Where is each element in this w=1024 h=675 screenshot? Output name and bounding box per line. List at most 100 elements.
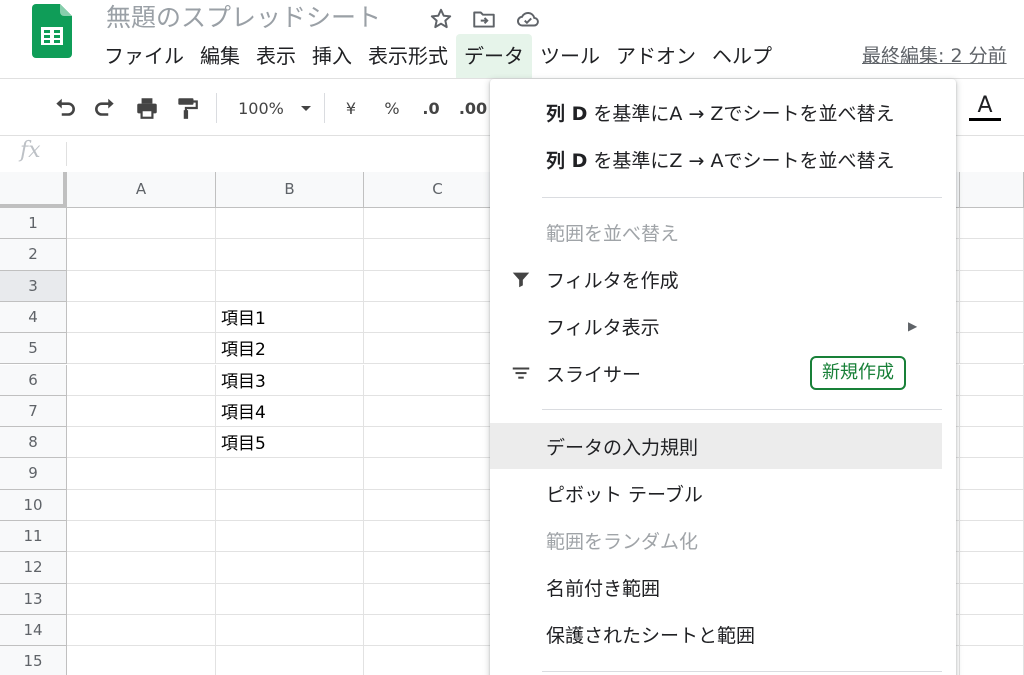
create-filter[interactable]: フィルタを作成 [490, 256, 942, 302]
cell-a9[interactable] [67, 458, 216, 490]
percent-format-button[interactable]: % [381, 95, 403, 121]
cell-g2[interactable] [960, 239, 1024, 271]
cell-a6[interactable] [67, 364, 216, 396]
row-header-15[interactable]: 15 [0, 646, 67, 675]
cell-b1[interactable] [216, 208, 364, 240]
row-header-6[interactable]: 6 [0, 364, 67, 396]
menu-file[interactable]: ファイル [96, 34, 192, 78]
zoom-select[interactable]: 100% [236, 95, 286, 121]
cell-b13[interactable] [216, 583, 364, 615]
cell-a7[interactable] [67, 395, 216, 428]
star-icon[interactable] [428, 6, 454, 32]
menu-tools[interactable]: ツール [532, 34, 608, 78]
cell-b4[interactable]: 項目1 [216, 301, 364, 334]
cell-g1[interactable] [960, 208, 1024, 240]
cell-g4[interactable] [960, 301, 1024, 334]
cell-g15[interactable] [960, 646, 1024, 675]
decrease-decimal-button[interactable]: .0 [420, 95, 442, 121]
sort-sheet-a-to-z[interactable]: 列 D を基準にA → Zでシートを並べ替え [490, 89, 942, 135]
row-header-1[interactable]: 1 [0, 208, 67, 240]
cell-b3[interactable] [216, 270, 364, 302]
menu-addons[interactable]: アドオン [608, 34, 704, 78]
cell-g11[interactable] [960, 521, 1024, 553]
cell-g6[interactable] [960, 364, 1024, 396]
cell-a12[interactable] [67, 552, 216, 584]
sheets-logo[interactable] [32, 4, 72, 58]
row-header-10[interactable]: 10 [0, 489, 67, 521]
cell-g14[interactable] [960, 614, 1024, 647]
cell-b15[interactable] [216, 646, 364, 675]
last-edit-link[interactable]: 最終編集: 2 分前 [862, 41, 1007, 68]
row-header-7[interactable]: 7 [0, 395, 67, 428]
menu-view[interactable]: 表示 [248, 34, 304, 78]
cell-b11[interactable] [216, 521, 364, 553]
paint-format-icon[interactable] [174, 95, 200, 121]
sort-az-text: を基準にA → Zでシートを並べ替え [587, 102, 895, 125]
column-header-a[interactable]: A [67, 172, 216, 208]
print-icon[interactable] [134, 95, 160, 121]
undo-icon[interactable] [52, 95, 78, 121]
row-header-14[interactable]: 14 [0, 614, 67, 647]
cell-b7[interactable]: 項目4 [216, 395, 364, 428]
cell-g9[interactable] [960, 458, 1024, 490]
currency-format-button[interactable]: ¥ [340, 95, 362, 121]
cell-b10[interactable] [216, 489, 364, 521]
cell-g8[interactable] [960, 427, 1024, 459]
increase-decimal-button[interactable]: .00 [458, 95, 488, 121]
column-header-b[interactable]: B [216, 172, 364, 208]
cell-b8[interactable]: 項目5 [216, 427, 364, 459]
named-ranges[interactable]: 名前付き範囲 [490, 564, 942, 610]
filter-views[interactable]: フィルタ表示 ▶ [490, 303, 942, 349]
text-color-button[interactable]: A [968, 95, 1002, 121]
cell-a11[interactable] [67, 521, 216, 553]
cell-g10[interactable] [960, 489, 1024, 521]
slicer[interactable]: スライサー 新規作成 [490, 350, 942, 396]
column-header[interactable] [960, 172, 1024, 208]
cell-g7[interactable] [960, 395, 1024, 428]
sort-sheet-z-to-a[interactable]: 列 D を基準にZ → Aでシートを並べ替え [490, 136, 942, 182]
row-header-3[interactable]: 3 [0, 270, 67, 302]
data-validation[interactable]: データの入力規則 [490, 423, 942, 469]
menu-data[interactable]: データ [456, 34, 532, 78]
row-header-12[interactable]: 12 [0, 552, 67, 584]
cell-a5[interactable] [67, 333, 216, 365]
cell-b6[interactable]: 項目3 [216, 364, 364, 396]
cell-g5[interactable] [960, 333, 1024, 365]
cloud-saved-icon[interactable] [515, 6, 541, 32]
cell-a14[interactable] [67, 614, 216, 647]
menu-edit[interactable]: 編集 [192, 34, 248, 78]
zoom-dropdown-icon[interactable] [296, 95, 316, 121]
menu-help[interactable]: ヘルプ [704, 34, 780, 78]
menu-insert[interactable]: 挿入 [304, 34, 360, 78]
cell-a4[interactable] [67, 301, 216, 334]
cell-a3[interactable] [67, 270, 216, 302]
cell-a10[interactable] [67, 489, 216, 521]
move-to-folder-icon[interactable] [471, 6, 497, 32]
menu-format[interactable]: 表示形式 [360, 34, 456, 78]
pivot-table[interactable]: ピボット テーブル [490, 470, 942, 516]
cell-a8[interactable] [67, 427, 216, 459]
cell-g3[interactable] [960, 270, 1024, 302]
protected-sheets-and-ranges[interactable]: 保護されたシートと範囲 [490, 611, 942, 657]
cell-a13[interactable] [67, 583, 216, 615]
cell-b12[interactable] [216, 552, 364, 584]
row-header-5[interactable]: 5 [0, 333, 67, 365]
row-header-8[interactable]: 8 [0, 427, 67, 459]
cell-a2[interactable] [67, 239, 216, 271]
cell-b5[interactable]: 項目2 [216, 333, 364, 365]
row-header-2[interactable]: 2 [0, 239, 67, 271]
cell-a1[interactable] [67, 208, 216, 240]
cell-b2[interactable] [216, 239, 364, 271]
cell-a15[interactable] [67, 646, 216, 675]
cell-g13[interactable] [960, 583, 1024, 615]
cell-b9[interactable] [216, 458, 364, 490]
row-header-9[interactable]: 9 [0, 458, 67, 490]
select-all-corner[interactable] [0, 172, 67, 208]
document-title[interactable]: 無題のスプレッドシート [106, 0, 381, 34]
cell-g12[interactable] [960, 552, 1024, 584]
cell-b14[interactable] [216, 614, 364, 647]
row-header-4[interactable]: 4 [0, 301, 67, 334]
row-header-13[interactable]: 13 [0, 583, 67, 615]
row-header-11[interactable]: 11 [0, 521, 67, 553]
redo-icon[interactable] [92, 95, 118, 121]
